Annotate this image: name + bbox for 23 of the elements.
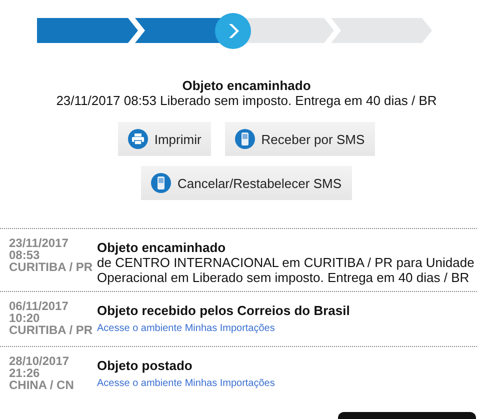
event-place: CURITIBA / PR: [9, 261, 94, 273]
event-time: 10:20: [9, 312, 41, 324]
action-button[interactable]: Cancelar/Restabelecer SMS: [141, 166, 352, 200]
action-button[interactable]: Receber por SMS: [225, 122, 375, 156]
event-time: 08:53: [9, 249, 41, 261]
status-detail: 23/11/2017 08:53 Liberado sem imposto. Entrega em 40 dias / BR: [56, 93, 437, 108]
importacoes-link[interactable]: Acesse o ambiente Minhas Importações: [97, 323, 275, 334]
phone-icon: [235, 129, 256, 149]
event-title: Objeto postado: [97, 359, 194, 373]
event-description: de CENTRO INTERNACIONAL em CURITIBA / PR para Unidade Operacional em Liberado sem imposto. Entrega em 40 dias / BR: [97, 255, 476, 285]
event-date: 28/10/2017: [9, 355, 70, 367]
event-title: Objeto recebido pelos Correios do Brasil: [97, 304, 351, 318]
event-place: CHINA / CN: [9, 379, 75, 391]
status-title: Objeto encaminhado: [182, 78, 311, 93]
event-title: Objeto encaminhado: [97, 241, 227, 255]
phone-icon: [151, 173, 172, 193]
action-button[interactable]: Imprimir: [118, 122, 212, 156]
event-place: CURITIBA / PR: [9, 324, 94, 336]
event-time: 21:26: [9, 367, 41, 379]
event-date: 23/11/2017: [9, 237, 70, 249]
event-date: 06/11/2017: [9, 300, 70, 312]
importacoes-link[interactable]: Acesse o ambiente Minhas Importações: [97, 378, 275, 389]
printer-icon: [128, 129, 148, 149]
